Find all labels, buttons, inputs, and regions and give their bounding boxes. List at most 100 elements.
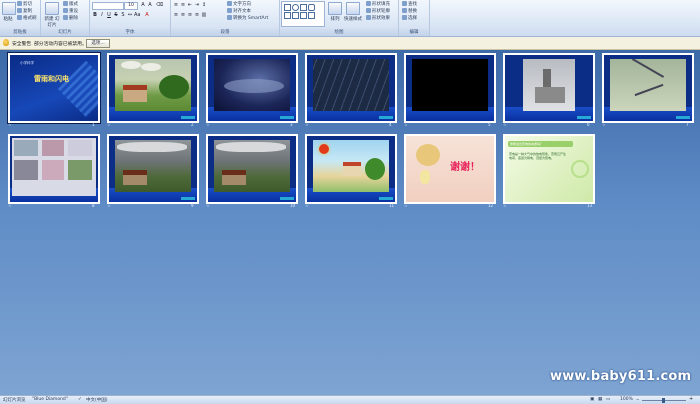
text-direction-button[interactable]: 文字方向	[227, 1, 251, 7]
shapes-gallery[interactable]	[281, 1, 325, 27]
slide-thumbnail[interactable]	[206, 53, 298, 123]
font-name-box[interactable]	[92, 2, 124, 10]
zoom-out-icon[interactable]: −	[636, 398, 639, 402]
transition-icon: ☆	[8, 203, 12, 208]
line-shape-icon[interactable]	[300, 4, 307, 11]
font-size-box[interactable]: 10	[124, 2, 138, 10]
decrease-indent-icon[interactable]: ⇤	[187, 2, 193, 8]
increase-indent-icon[interactable]: ⇥	[194, 2, 200, 8]
slide-thumbnail[interactable]	[206, 134, 298, 204]
callout-shape-icon[interactable]	[308, 12, 315, 19]
slide-number: 5	[488, 122, 491, 127]
clear-format-icon[interactable]: ⌫	[156, 2, 163, 8]
underline-icon[interactable]: U	[106, 12, 112, 18]
slides-group: 新建 幻灯片 版式 重设 删除 幻灯片	[41, 0, 90, 36]
slide-number: 8	[92, 203, 95, 208]
copy-button[interactable]: 复制	[17, 8, 32, 14]
slide-thumbnail[interactable]	[602, 53, 694, 123]
security-message: 部分活动内容已被禁用。	[34, 42, 87, 47]
select-button[interactable]: 选择	[402, 15, 417, 21]
columns-icon[interactable]: ▥	[201, 12, 207, 18]
paragraph-group: ≡ ≡ ⇤ ⇥ ↕ ≡ ≡ ≡ ≡ ▥ 文字方向 对齐文本 转换为 SmartA…	[171, 0, 280, 36]
slide-thumbnail[interactable]: 小学科学 雷雨和闪电	[8, 53, 100, 123]
arrange-button[interactable]: 排列	[328, 2, 342, 22]
shape-effects-button[interactable]: 形状效果	[366, 15, 390, 21]
grow-font-icon[interactable]: A	[140, 2, 146, 8]
slide-thumbnail[interactable]	[107, 53, 199, 123]
rounded-rect-shape-icon[interactable]	[308, 4, 315, 11]
zoom-in-icon[interactable]: +	[689, 396, 693, 402]
slide-thumbnail[interactable]	[8, 134, 100, 204]
slide-subtitle: 小学科学	[20, 61, 34, 65]
shape-fill-button[interactable]: 形状填充	[366, 1, 390, 7]
bullets-icon[interactable]: ≡	[173, 2, 179, 8]
normal-view-icon[interactable]: ▣	[590, 397, 594, 402]
find-button[interactable]: 查找	[402, 1, 417, 7]
church-body-shape	[535, 87, 565, 103]
cut-button[interactable]: 剪切	[17, 1, 32, 7]
rectangle-shape-icon[interactable]	[284, 4, 291, 11]
layout-button[interactable]: 版式	[63, 1, 78, 7]
bold-icon[interactable]: B	[92, 12, 98, 18]
slideshow-icon[interactable]: ▭	[606, 397, 610, 402]
slide-thumbnail[interactable]	[107, 134, 199, 204]
italic-icon[interactable]: I	[99, 12, 105, 18]
slide-thumbnail[interactable]	[305, 134, 397, 204]
slide-thumbnail[interactable]	[305, 53, 397, 123]
tree-shape	[365, 158, 385, 180]
reset-button[interactable]: 重设	[63, 8, 78, 14]
spacing-icon[interactable]: ↔	[127, 12, 133, 18]
shadow-icon[interactable]: S	[120, 12, 126, 18]
ribbon: 粘贴 剪切 复制 格式刷 剪贴板 新建 幻灯片 版式 重设 删除 幻灯片 10 …	[0, 0, 700, 37]
slide-body: 雷电是一种大气中的放电现象，雷雨云产生电荷，底层为阴电，顶层为阳电。	[509, 152, 567, 160]
align-left-icon[interactable]: ≡	[173, 12, 179, 18]
rainy-house-picture	[115, 140, 191, 192]
align-center-icon[interactable]: ≡	[180, 12, 186, 18]
align-text-button[interactable]: 对齐文本	[227, 8, 251, 14]
shield-icon	[3, 39, 9, 46]
slide-thumbnail[interactable]: 谢谢！	[404, 134, 496, 204]
select-icon	[402, 15, 407, 20]
group-label: 编辑	[399, 29, 429, 36]
sun-shape	[319, 144, 329, 154]
cloud-shape	[117, 142, 187, 152]
bear-body-shape	[420, 170, 430, 184]
slide-thumbnail[interactable]	[503, 53, 595, 123]
align-right-icon[interactable]: ≡	[187, 12, 193, 18]
slide-thumbnail[interactable]: 你能说出雷电的本质吗？ 雷电是一种大气中的放电现象，雷雨云产生电荷，底层为阴电，…	[503, 134, 595, 204]
slide-tag	[379, 116, 393, 119]
paste-button[interactable]: 粘贴	[2, 2, 16, 22]
delete-icon	[63, 15, 68, 20]
sorter-view-icon[interactable]: ▦	[598, 397, 602, 402]
delete-button[interactable]: 删除	[63, 15, 78, 21]
quick-styles-button[interactable]: 快速样式	[344, 2, 362, 22]
cloud-shape	[141, 63, 161, 71]
star-shape-icon[interactable]	[300, 12, 307, 19]
case-icon[interactable]: Aa	[134, 12, 140, 18]
oval-shape-icon[interactable]	[292, 4, 299, 11]
slide-thumbnail[interactable]	[404, 53, 496, 123]
zoom-slider-thumb[interactable]	[662, 398, 665, 403]
justify-icon[interactable]: ≡	[194, 12, 200, 18]
transition-icon: ☆	[503, 122, 507, 127]
format-painter-button[interactable]: 格式刷	[17, 15, 37, 21]
lightning-diagram-picture	[610, 59, 686, 111]
strikethrough-icon[interactable]: S	[113, 12, 119, 18]
slide-tag	[181, 197, 195, 200]
line-spacing-icon[interactable]: ↕	[201, 2, 207, 8]
new-slide-button[interactable]: 新建 幻灯片	[44, 2, 60, 28]
numbering-icon[interactable]: ≡	[180, 2, 186, 8]
black-video-frame	[412, 59, 488, 111]
arrow-shape-icon[interactable]	[284, 12, 291, 19]
shrink-font-icon[interactable]: A	[147, 2, 153, 8]
zoom-label: 100%	[620, 397, 633, 402]
triangle-shape-icon[interactable]	[292, 12, 299, 19]
smartart-button[interactable]: 转换为 SmartArt	[227, 15, 268, 21]
shape-outline-button[interactable]: 形状轮廓	[366, 8, 390, 14]
cloud-shape	[121, 61, 141, 69]
replace-button[interactable]: 替换	[402, 8, 417, 14]
font-color-icon[interactable]: A	[144, 12, 150, 18]
slide-number: 13	[587, 203, 593, 208]
options-button[interactable]: 选项...	[86, 39, 110, 48]
language-icon: ✓	[78, 397, 82, 402]
